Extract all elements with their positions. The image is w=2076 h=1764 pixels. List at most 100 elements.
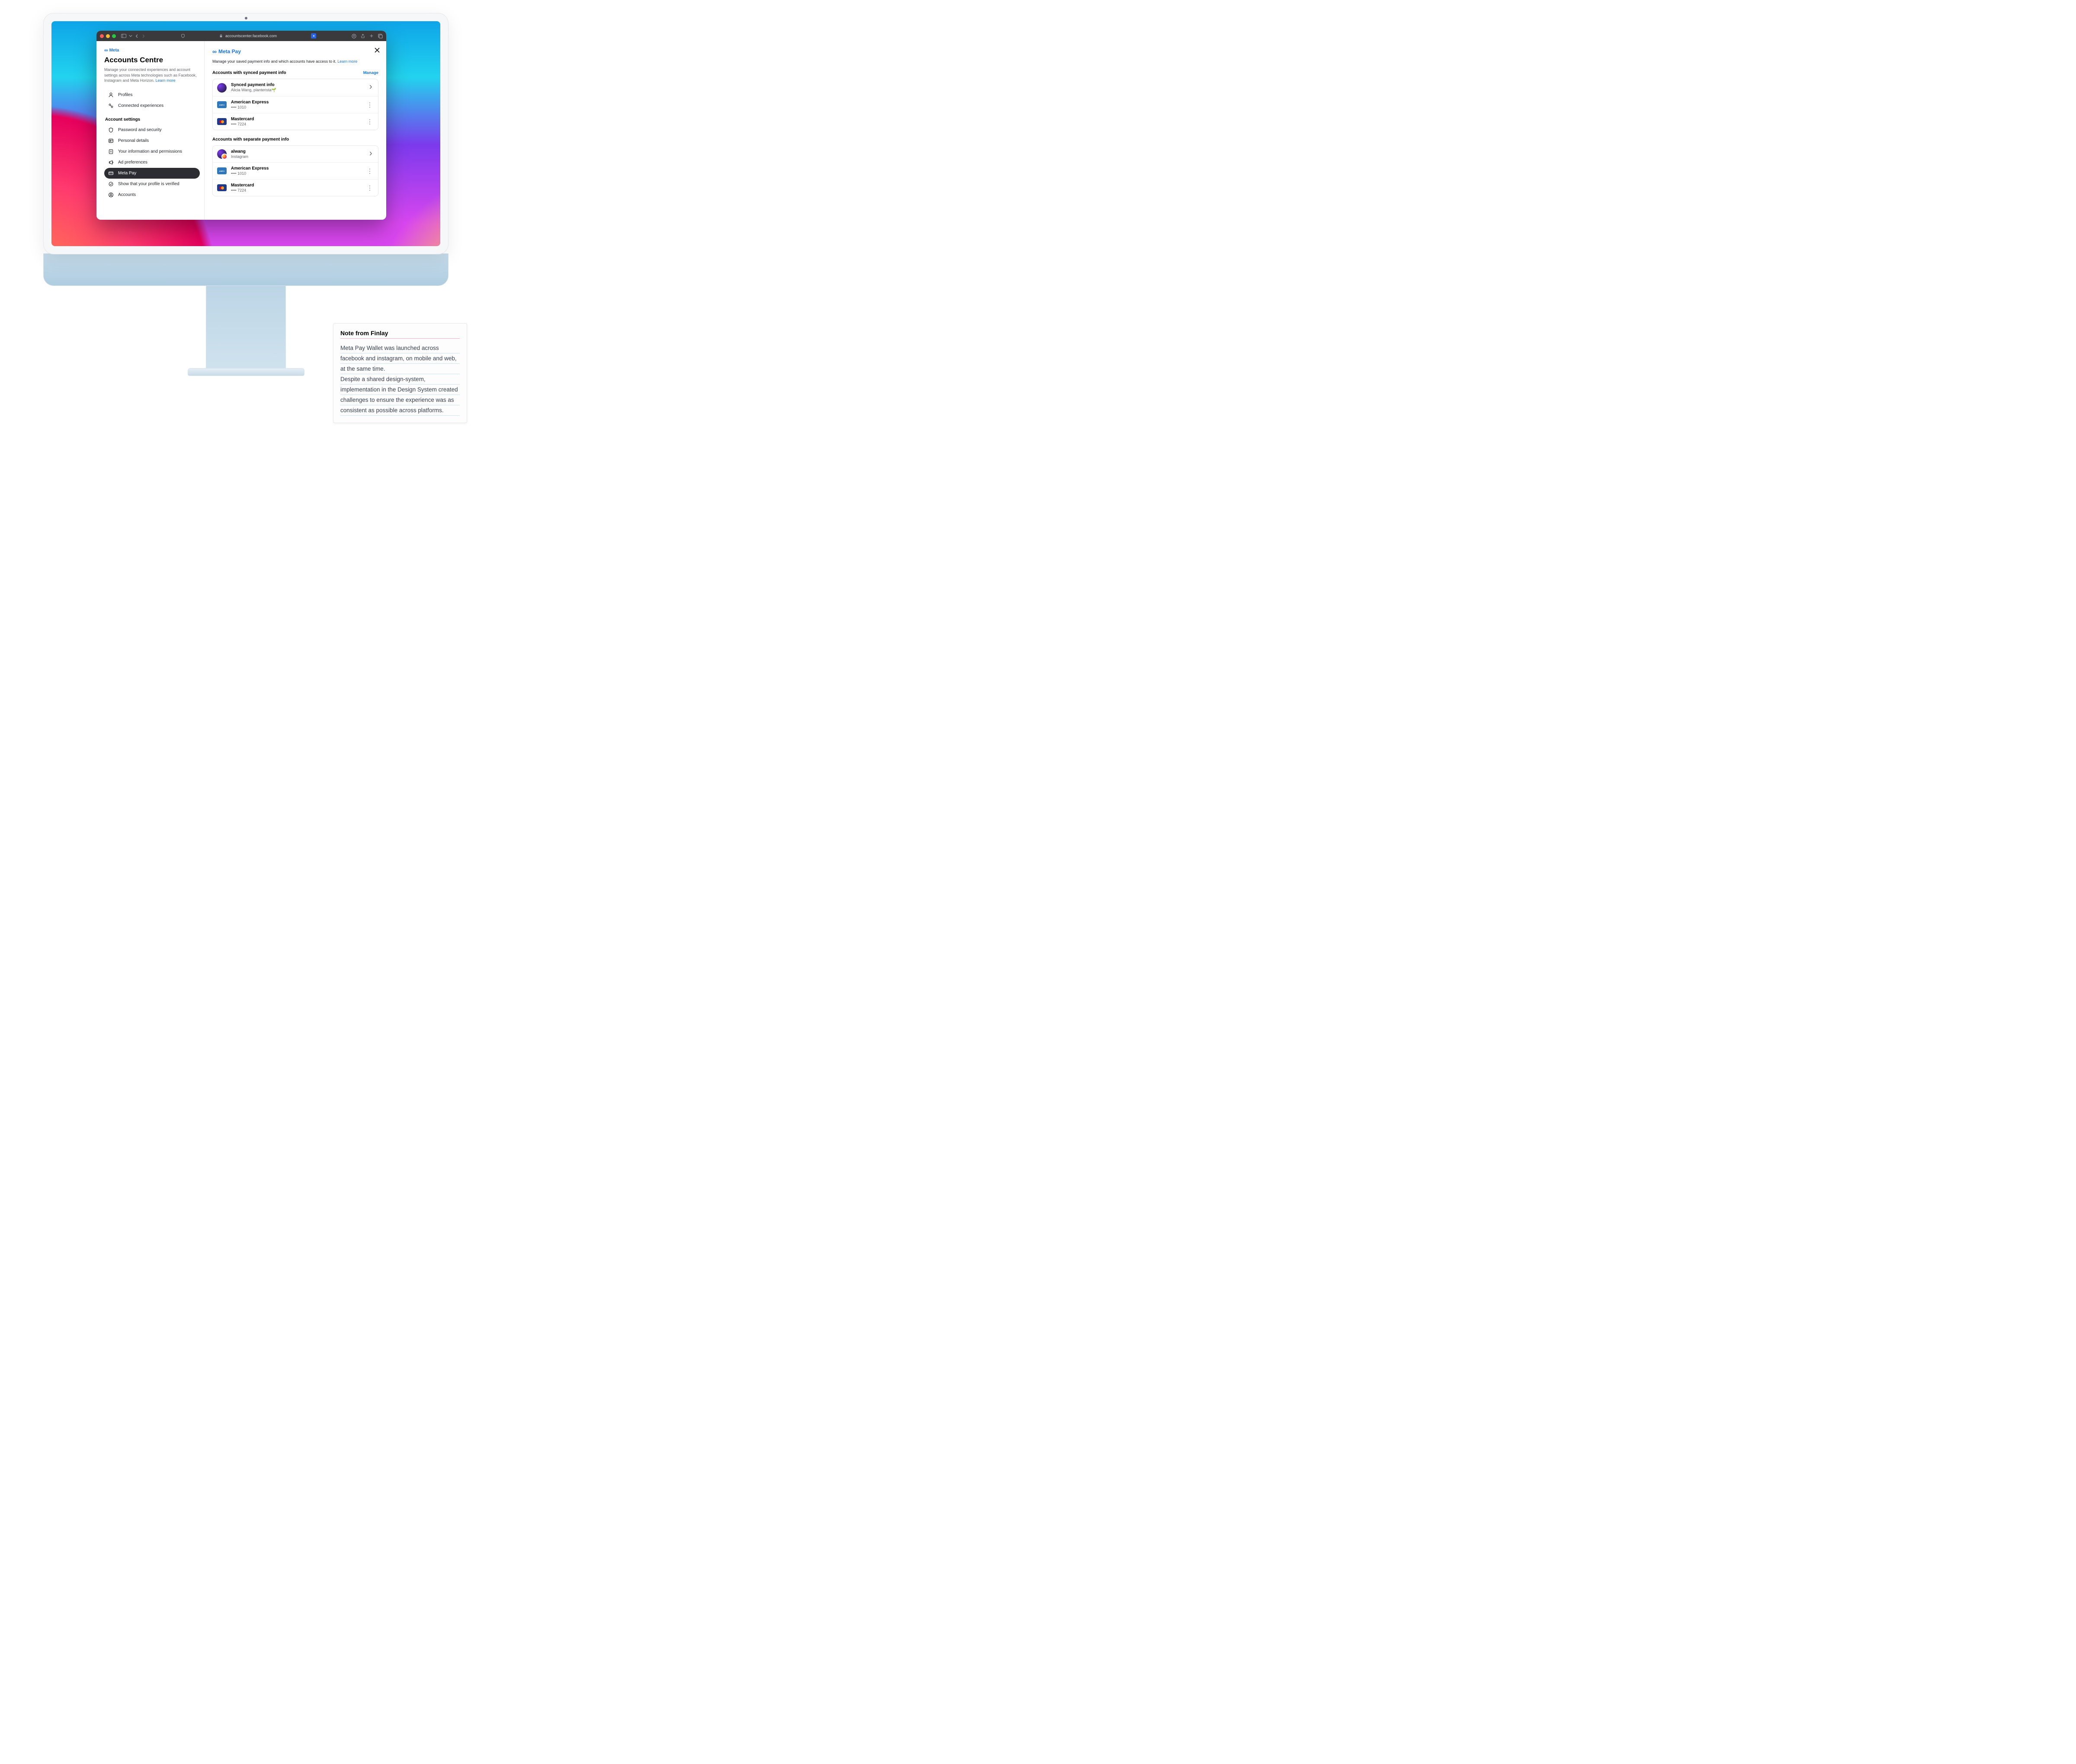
row-title: Synced payment info [231,83,363,87]
more-menu-button[interactable]: ⋮ [366,186,374,189]
separate-card-list: alwang Instagram AMEX [212,145,378,196]
more-menu-button[interactable]: ⋮ [366,170,374,173]
more-menu-button[interactable]: ⋮ [366,120,374,123]
nav-profiles[interactable]: Profiles [104,90,200,100]
main-description: Manage your saved payment info and which… [212,59,378,64]
close-window-button[interactable] [100,34,104,38]
forward-button[interactable] [141,34,145,38]
nav-item-label: Accounts [118,192,136,197]
learn-more-link[interactable]: Learn more [337,59,357,64]
url-text: accountscenter.facebook.com [225,34,277,38]
nav-connected-experiences[interactable]: Connected experiences [104,100,200,111]
mastercard-icon [217,184,227,191]
nav-accounts[interactable]: Accounts [104,189,200,200]
more-menu-button[interactable]: ⋮ [366,103,374,106]
card-brand: American Express [231,166,362,171]
meta-pay-logo: ∞ Meta Pay [212,48,378,55]
imac-foot [188,368,304,376]
avatar [217,149,227,159]
note-body-1: Meta Pay Wallet was launched across face… [340,343,460,374]
back-button[interactable] [135,34,139,38]
card-last4: •••• 1010 [231,105,362,109]
card-last4: •••• 7224 [231,122,362,126]
browser-window: accountscenter.facebook.com [96,31,386,220]
chevron-right-icon [368,85,374,90]
chevron-down-icon[interactable] [129,34,132,38]
payment-card-row: Mastercard •••• 7224 ⋮ [213,180,378,196]
imac-device: accountscenter.facebook.com [43,13,449,376]
meta-logo: ∞ Meta [104,47,200,53]
nav-info-permissions[interactable]: Your information and permissions [104,146,200,157]
separate-account-row[interactable]: alwang Instagram [213,146,378,163]
mastercard-icon [217,118,227,125]
nav-item-label: Meta Pay [118,171,136,176]
nav-ad-preferences[interactable]: Ad preferences [104,157,200,168]
shield-icon[interactable] [181,34,185,38]
address-bar[interactable]: accountscenter.facebook.com [188,34,308,38]
user-circle-icon [108,192,114,198]
meta-infinity-icon: ∞ [104,47,108,53]
nav-item-label: Password and security [118,128,162,132]
nav-verified[interactable]: Show that your profile is verified [104,179,200,189]
meta-logo-text: Meta [109,48,119,53]
meta-pay-logo-text: Meta Pay [218,48,241,55]
nav-personal-details[interactable]: Personal details [104,135,200,146]
card-brand: American Express [231,100,362,105]
new-tab-icon[interactable] [369,34,374,38]
payment-card-row: Mastercard •••• 7224 ⋮ [213,113,378,130]
close-button[interactable] [374,47,380,55]
card-brand: Mastercard [231,183,362,188]
page-description-text: Manage your connected experiences and ac… [104,67,197,83]
row-title: alwang [231,149,363,154]
download-icon[interactable] [352,34,356,38]
card-last4: •••• 7224 [231,188,362,192]
nav-item-label: Your information and permissions [118,149,182,154]
sidebar-toggle-icon[interactable] [121,34,126,38]
megaphone-icon [108,160,114,165]
lock-icon [219,34,223,38]
nav-item-label: Personal details [118,138,149,143]
share-icon[interactable] [361,34,365,38]
maximize-window-button[interactable] [112,34,116,38]
card-icon [108,170,114,176]
section-label-account-settings: Account settings [105,117,200,122]
nav-password-security[interactable]: Password and security [104,125,200,135]
desktop-wallpaper: accountscenter.facebook.com [51,21,440,246]
payment-card-row: AMEX American Express •••• 1010 ⋮ [213,163,378,180]
learn-more-link[interactable]: Learn more [156,78,176,83]
page-description: Manage your connected experiences and ac… [104,67,200,83]
imac-chin [43,253,449,286]
camera-icon [245,17,247,19]
amex-card-icon: AMEX [217,101,227,108]
annotation-note: Note from Finlay Meta Pay Wallet was lau… [333,323,467,423]
imac-screen-bezel: accountscenter.facebook.com [43,13,449,254]
group-title: Accounts with separate payment info [212,137,289,142]
meta-infinity-icon: ∞ [212,48,217,55]
row-subtitle: Instagram [231,154,363,159]
nav-primary: Profiles Connected experiences [104,90,200,111]
note-title: Note from Finlay [340,330,460,337]
row-subtitle: Alicia Wang, planterista🌱 [231,88,363,93]
sidebar: ∞ Meta Accounts Centre Manage your conne… [96,41,205,220]
nav-item-label: Show that your profile is verified [118,182,179,186]
minimize-window-button[interactable] [106,34,110,38]
card-brand: Mastercard [231,117,362,122]
window-controls [100,34,116,38]
synced-card-list: Synced payment info Alicia Wang, planter… [212,79,378,130]
browser-titlebar: accountscenter.facebook.com [96,31,386,41]
page-title: Accounts Centre [104,56,200,64]
amex-card-icon: AMEX [217,167,227,174]
group-title: Accounts with synced payment info [212,71,286,75]
id-card-icon [108,138,114,144]
avatar [217,83,227,93]
nav-settings: Password and security Personal details [104,125,200,200]
chevron-right-icon [368,151,374,157]
verified-icon [108,181,114,187]
nav-item-label: Ad preferences [118,160,147,165]
manage-link[interactable]: Manage [363,71,378,75]
tabs-icon[interactable] [378,34,383,38]
synced-account-row[interactable]: Synced payment info Alicia Wang, planter… [213,79,378,96]
reader-badge[interactable] [311,33,316,38]
shield-icon [108,127,114,133]
nav-meta-pay[interactable]: Meta Pay [104,168,200,179]
